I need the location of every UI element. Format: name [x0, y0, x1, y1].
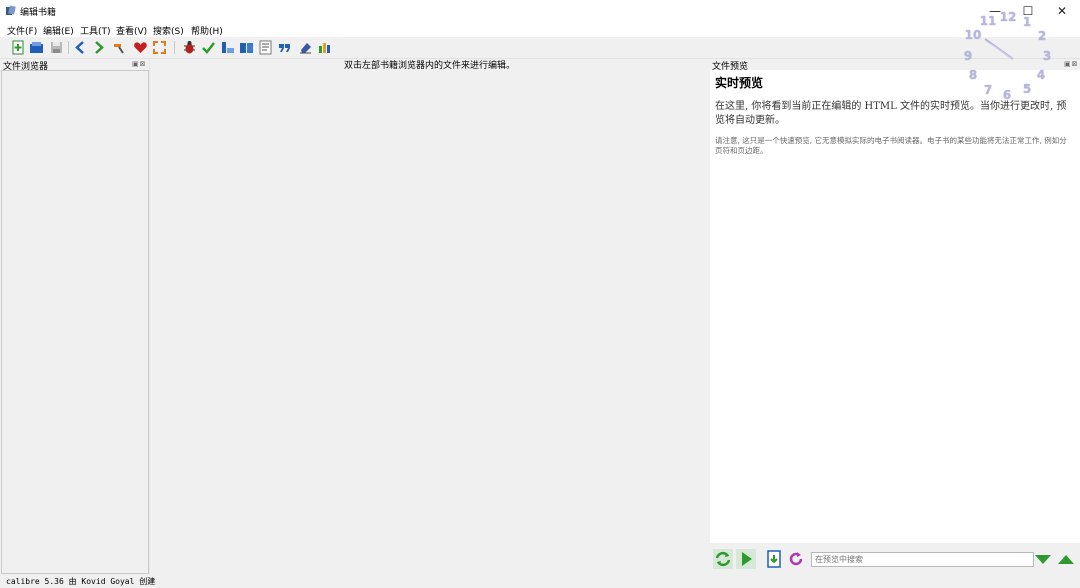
- fullscreen-icon[interactable]: [152, 40, 167, 55]
- desktop-clock: 12 1 2 3 4 5 6 7 8 9 10 11: [955, 6, 1055, 106]
- preview-pane: 实时预览 在这里, 你将看到当前正在编辑的 HTML 文件的实时预览。当你进行更…: [710, 70, 1080, 543]
- menu-bar: 文件(F) 编辑(E) 工具(T) 查看(V) 搜索(S) 帮助(H): [0, 22, 1080, 37]
- preview-search-input[interactable]: [811, 552, 1034, 567]
- calibre-app-icon: [5, 5, 16, 16]
- quote-icon[interactable]: [277, 40, 292, 55]
- split-file-icon[interactable]: [764, 549, 784, 569]
- clock-number: 11: [979, 14, 997, 28]
- status-text: calibre 5.36 由 Kovid Goyal 创建: [6, 577, 156, 586]
- clock-number: 6: [1002, 88, 1012, 102]
- new-file-icon[interactable]: [11, 40, 26, 55]
- clock-number: 12: [999, 10, 1017, 24]
- menu-tools[interactable]: 工具(T): [80, 24, 111, 37]
- toolbar: [0, 37, 1080, 59]
- forward-arrow-icon[interactable]: [91, 40, 106, 55]
- search-previous-icon[interactable]: [1056, 549, 1076, 569]
- clock-number: 2: [1037, 29, 1047, 43]
- status-bar: calibre 5.36 由 Kovid Goyal 创建: [0, 574, 1080, 588]
- refresh-icon[interactable]: [713, 549, 733, 569]
- title-bar: 编辑书籍 — ☐ ✕: [0, 0, 1080, 22]
- clock-number: 1: [1022, 15, 1032, 29]
- clock-number: 9: [963, 49, 973, 63]
- book-icon[interactable]: [239, 40, 254, 55]
- file-browser-dock-controls[interactable]: ▣⊠: [132, 60, 146, 68]
- clock-number: 7: [983, 83, 993, 97]
- toolbar-separator: [174, 41, 175, 54]
- clock-number: 10: [964, 28, 982, 42]
- file-browser-panel[interactable]: [1, 70, 149, 574]
- toolbar-separator: [68, 41, 69, 54]
- clock-number: 3: [1042, 49, 1052, 63]
- clock-number: 8: [968, 68, 978, 82]
- play-icon[interactable]: [736, 549, 756, 569]
- clock-number: 5: [1022, 82, 1032, 96]
- preview-heading: 实时预览: [715, 76, 764, 90]
- preview-dock-controls[interactable]: ▣⊠: [1064, 60, 1078, 68]
- open-book-icon[interactable]: [29, 40, 44, 55]
- back-arrow-icon[interactable]: [73, 40, 88, 55]
- stats-icon[interactable]: [317, 40, 332, 55]
- editor-hint: 双击左部书籍浏览器内的文件来进行编辑。: [343, 61, 515, 71]
- toc-icon[interactable]: [258, 40, 273, 55]
- spellcheck-icon[interactable]: [201, 40, 216, 55]
- menu-edit[interactable]: 编辑(E): [43, 24, 74, 37]
- menu-file[interactable]: 文件(F): [7, 24, 37, 37]
- clock-number: 4: [1036, 68, 1046, 82]
- bug-icon[interactable]: [182, 40, 197, 55]
- menu-search[interactable]: 搜索(S): [153, 24, 184, 37]
- menu-help[interactable]: 帮助(H): [191, 24, 223, 37]
- preview-note: 请注意, 这只是一个快速预览, 它无意模拟实际的电子书阅读器。电子书的某些功能将…: [715, 136, 1067, 155]
- eraser-icon[interactable]: [298, 40, 313, 55]
- hammer-icon[interactable]: [111, 40, 126, 55]
- search-next-icon[interactable]: [1033, 549, 1053, 569]
- splitter[interactable]: [149, 58, 150, 574]
- reload-icon[interactable]: [786, 549, 806, 569]
- menu-view[interactable]: 查看(V): [116, 24, 147, 37]
- save-icon[interactable]: [49, 40, 64, 55]
- heart-icon[interactable]: [133, 40, 148, 55]
- reports-icon[interactable]: [220, 40, 235, 55]
- window-title: 编辑书籍: [20, 8, 57, 18]
